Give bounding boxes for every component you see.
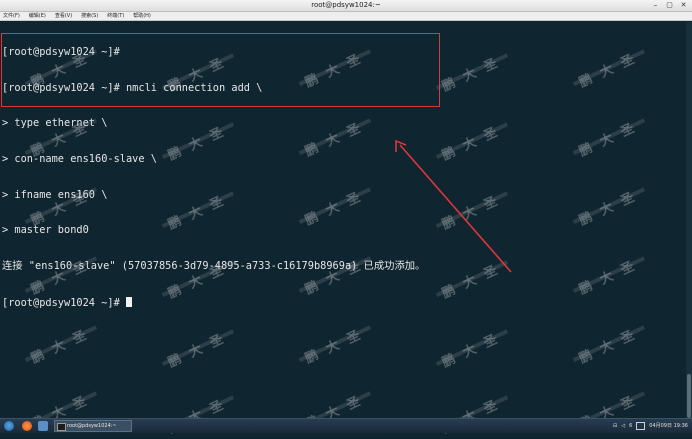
firefox-icon[interactable] (22, 421, 32, 431)
network-icon[interactable]: ⊟ (613, 419, 617, 433)
start-menu-icon[interactable] (4, 421, 14, 431)
chat-icon[interactable] (636, 422, 646, 430)
taskbar: root@pdsyw1024:~ ⊟ ◁ 6 04月09日 19:36 (0, 418, 692, 433)
system-tray: ⊟ ◁ 6 04月09日 19:36 (613, 419, 688, 433)
taskbar-clock[interactable]: 04月09日 19:36 (649, 419, 688, 433)
taskbar-terminal-task[interactable]: root@pdsyw1024:~ (54, 420, 132, 432)
file-manager-icon[interactable] (38, 421, 48, 431)
annotation-arrow (395, 139, 512, 273)
terminal-app-icon (57, 423, 66, 431)
taskbar-task-label: root@pdsyw1024:~ (67, 423, 117, 429)
volume-icon[interactable]: ◁ (621, 419, 625, 433)
tray-number[interactable]: 6 (629, 419, 632, 433)
